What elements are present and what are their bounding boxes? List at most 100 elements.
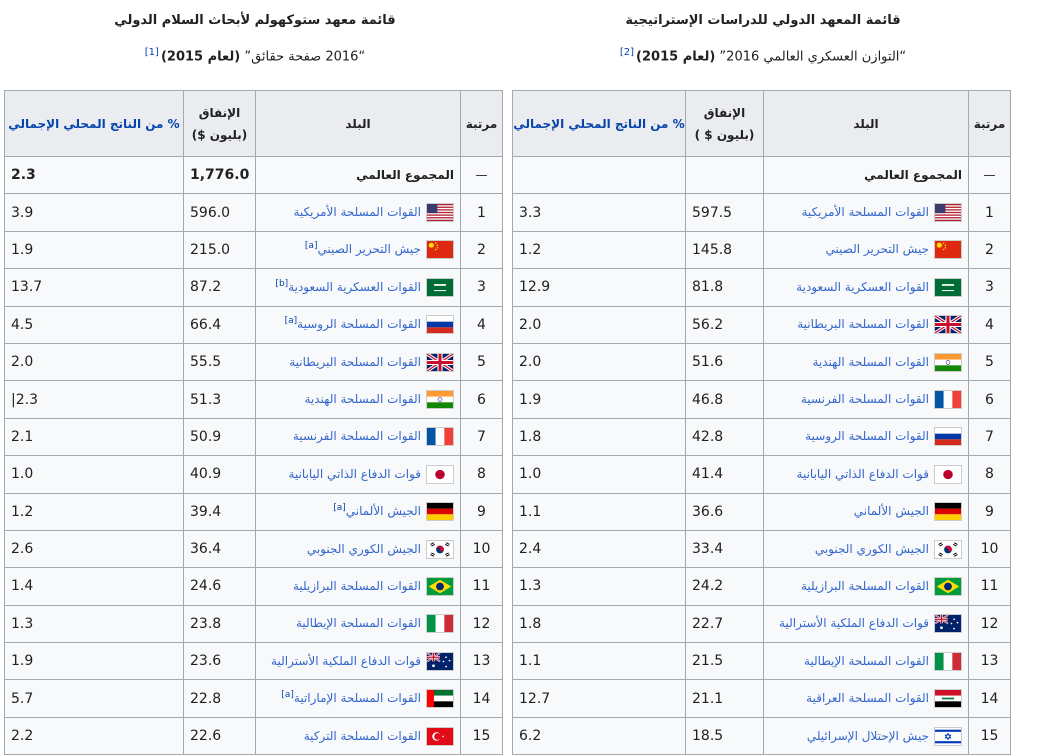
uk-flag-icon[interactable] (934, 315, 962, 335)
brazil-flag-icon[interactable] (426, 576, 454, 596)
country-cell: القوات المسلحة التركية (255, 716, 461, 755)
country-link[interactable]: القوات المسلحة البريطانية (289, 355, 421, 369)
japan-flag-icon[interactable] (934, 464, 962, 484)
russia-flag-icon[interactable] (934, 427, 962, 447)
country-cell: القوات المسلحة الهندية (255, 380, 461, 419)
israel-flag-icon[interactable] (934, 726, 962, 746)
rank-cell: 3 (460, 268, 503, 307)
country-link[interactable]: قوات الدفاع الذاتي اليابانية (289, 467, 421, 481)
footnote-link[interactable]: [a] (305, 241, 318, 251)
country-link[interactable]: جيش التحرير الصيني (825, 242, 929, 256)
country-link[interactable]: القوات المسلحة الإيطالية (804, 654, 929, 668)
usa-flag-icon[interactable] (934, 203, 962, 223)
table-row: 11 القوات المسلحة البرازيلية 24.2 1.3 (512, 567, 1011, 606)
gdp-cell: 3.9 (4, 193, 184, 232)
iraq-flag-icon[interactable] (934, 689, 962, 709)
india-flag-icon[interactable] (934, 352, 962, 372)
country-cell: القوات المسلحة الهندية (763, 342, 969, 382)
gdp-header[interactable]: % من الناتج المحلي الإجمالي (4, 90, 184, 157)
spending-cell: 66.4 (183, 305, 256, 344)
uae-flag-icon[interactable] (426, 689, 454, 709)
footnote-link[interactable]: [a] (281, 690, 294, 700)
gdp-cell: 1.2 (512, 230, 686, 270)
germany-flag-icon[interactable] (426, 502, 454, 522)
country-link[interactable]: القوات المسلحة الروسية (805, 429, 929, 443)
country-link[interactable]: القوات المسلحة الفرنسية (801, 392, 929, 406)
spending-header[interactable]: الإنفاق (بليون $ ) (685, 90, 764, 157)
spending-cell: 39.4 (183, 492, 256, 531)
france-flag-icon[interactable] (426, 427, 454, 447)
country-link[interactable]: القوات العسكرية السعودية (288, 280, 421, 294)
gdp-header[interactable]: % من الناتج المحلي الإجمالي (512, 90, 686, 157)
footnote-link[interactable]: [a] (333, 503, 346, 513)
table-row: 8 قوات الدفاع الذاتي اليابانية 40.9 1.0 (4, 455, 503, 494)
korea-flag-icon[interactable] (934, 539, 962, 559)
table-row: 14 القوات المسلحة الإماراتية[a] 22.8 5.7 (4, 679, 503, 718)
footnote-link[interactable]: [a] (285, 316, 298, 326)
country-link[interactable]: جيش التحرير الصيني (317, 242, 421, 256)
rank-cell: 12 (460, 604, 503, 644)
turkey-flag-icon[interactable] (426, 726, 454, 746)
italy-flag-icon[interactable] (934, 651, 962, 671)
gdp-cell: 1.3 (512, 567, 686, 606)
world-total-label: المجموع العالمي (763, 155, 969, 195)
usa-flag-icon[interactable] (426, 203, 454, 223)
sipri-header-row: مرتبة البلد الإنفاق (بليون $) % من الناتج… (4, 90, 503, 157)
saudi-flag-icon[interactable] (934, 277, 962, 297)
australia-flag-icon[interactable] (426, 651, 454, 671)
country-link[interactable]: القوات المسلحة الهندية (304, 392, 421, 406)
spending-cell: 36.6 (685, 492, 764, 531)
country-link[interactable]: القوات المسلحة الفرنسية (293, 429, 421, 443)
rank-header[interactable]: مرتبة (460, 90, 503, 157)
germany-flag-icon[interactable] (934, 502, 962, 522)
country-link[interactable]: القوات المسلحة الروسية (297, 317, 421, 331)
country-link[interactable]: القوات المسلحة الأمريكية (293, 205, 421, 219)
russia-flag-icon[interactable] (426, 315, 454, 335)
country-link[interactable]: القوات المسلحة البريطانية (797, 317, 929, 331)
korea-flag-icon[interactable] (426, 539, 454, 559)
india-flag-icon[interactable] (426, 390, 454, 410)
rank-cell: 3 (968, 268, 1011, 307)
country-link[interactable]: قوات الدفاع الملكية الأسترالية (271, 654, 421, 668)
france-flag-icon[interactable] (934, 390, 962, 410)
country-link[interactable]: قوات الدفاع الذاتي اليابانية (797, 467, 929, 481)
china-flag-icon[interactable] (934, 240, 962, 260)
country-link[interactable]: الجيش الكوري الجنوبي (307, 542, 421, 556)
country-link[interactable]: القوات المسلحة الهندية (812, 355, 929, 369)
country-link[interactable]: الجيش الألماني (346, 504, 421, 518)
spending-cell: 51.3 (183, 380, 256, 419)
uk-flag-icon[interactable] (426, 352, 454, 372)
country-link[interactable]: القوات المسلحة الإيطالية (296, 616, 421, 630)
spending-cell: 42.8 (685, 417, 764, 457)
iiss-ref-link[interactable]: [2] (620, 47, 634, 58)
country-header[interactable]: البلد (763, 90, 969, 157)
spending-header[interactable]: الإنفاق (بليون $) (183, 90, 256, 157)
sipri-ref-link[interactable]: [1] (145, 47, 159, 58)
italy-flag-icon[interactable] (426, 614, 454, 634)
saudi-flag-icon[interactable] (426, 277, 454, 297)
country-cell: القوات المسلحة الإماراتية[a] (255, 679, 461, 718)
country-link[interactable]: القوات المسلحة الأمريكية (801, 205, 929, 219)
country-link[interactable]: القوات المسلحة الإماراتية (294, 691, 421, 705)
country-link[interactable]: جيش الإحتلال الإسرائيلي (807, 729, 929, 743)
rank-header[interactable]: مرتبة (968, 90, 1011, 157)
country-link[interactable]: القوات المسلحة البرازيلية (801, 579, 929, 593)
country-link[interactable]: القوات العسكرية السعودية (796, 280, 929, 294)
brazil-flag-icon[interactable] (934, 576, 962, 596)
country-link[interactable]: الجيش الكوري الجنوبي (815, 542, 929, 556)
spending-cell: 215.0 (183, 230, 256, 270)
australia-flag-icon[interactable] (934, 614, 962, 634)
country-link[interactable]: الجيش الألماني (854, 504, 929, 518)
world-rank-cell: — (460, 155, 503, 195)
country-link[interactable]: القوات المسلحة العراقية (806, 691, 929, 705)
country-link[interactable]: قوات الدفاع الملكية الأسترالية (779, 616, 929, 630)
table-row: 6 القوات المسلحة الفرنسية 46.8 1.9 (512, 380, 1011, 419)
country-header[interactable]: البلد (255, 90, 461, 157)
china-flag-icon[interactable] (426, 240, 454, 260)
gdp-cell: 1.4 (4, 567, 184, 606)
rank-cell: 6 (968, 380, 1011, 419)
country-link[interactable]: القوات المسلحة التركية (304, 729, 421, 743)
footnote-link[interactable]: [b] (275, 279, 288, 289)
japan-flag-icon[interactable] (426, 464, 454, 484)
country-link[interactable]: القوات المسلحة البرازيلية (293, 579, 421, 593)
